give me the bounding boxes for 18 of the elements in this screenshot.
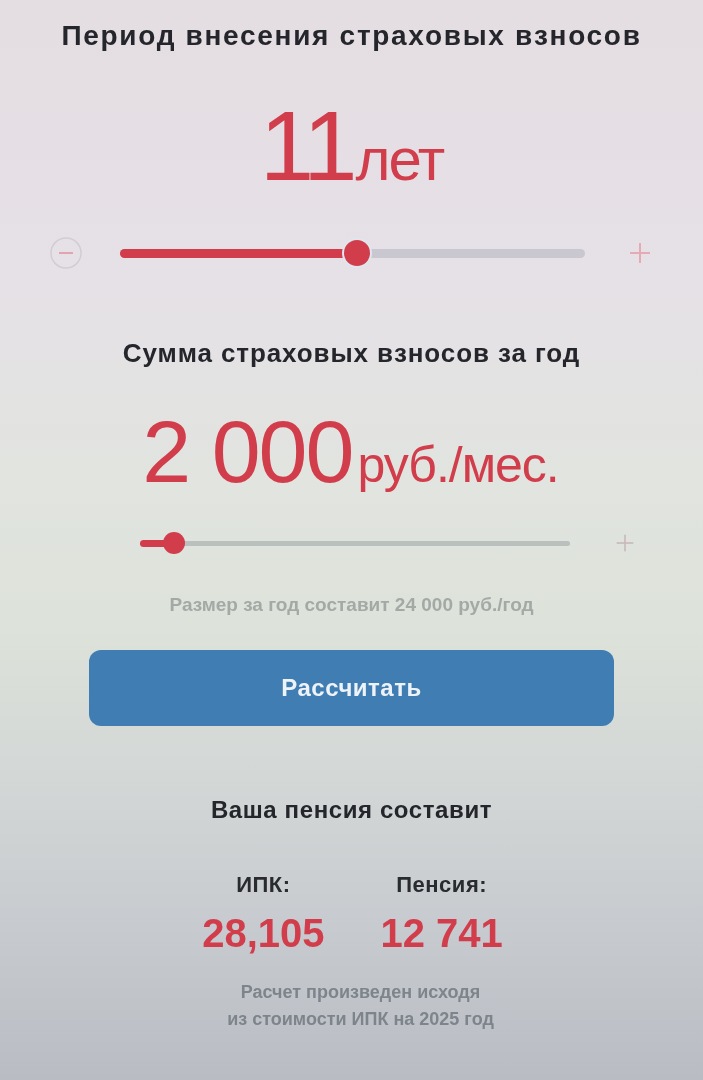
footnote-text: Расчет произведен исходя из стоимости ИПК на 2025 год (227, 981, 494, 1031)
contribution-unit: руб./мес. (357, 440, 560, 490)
period-unit: лет (355, 130, 444, 190)
slider-track[interactable] (140, 540, 570, 546)
section-title: Сумма страховых взносов за год (122, 337, 581, 369)
result-value: 12 741 (380, 911, 503, 955)
result-label: ИПК: (236, 871, 291, 899)
result-title: Ваша пенсия составит (210, 795, 493, 825)
section-title: Период внесения страховых взносов (61, 19, 642, 53)
calculate-button[interactable]: Рассчитать (89, 650, 614, 726)
slider-handle[interactable] (163, 532, 186, 554)
period-value: 11 (259, 97, 354, 195)
slider-track[interactable] (120, 248, 585, 258)
result-value: 28,105 (202, 911, 325, 955)
contribution-value: 2 000 (142, 408, 354, 496)
result-label: Пенсия: (396, 871, 488, 899)
slider-handle[interactable] (344, 240, 371, 266)
annual-amount-text: Размер за год составит 24 000 руб./год (169, 593, 534, 617)
